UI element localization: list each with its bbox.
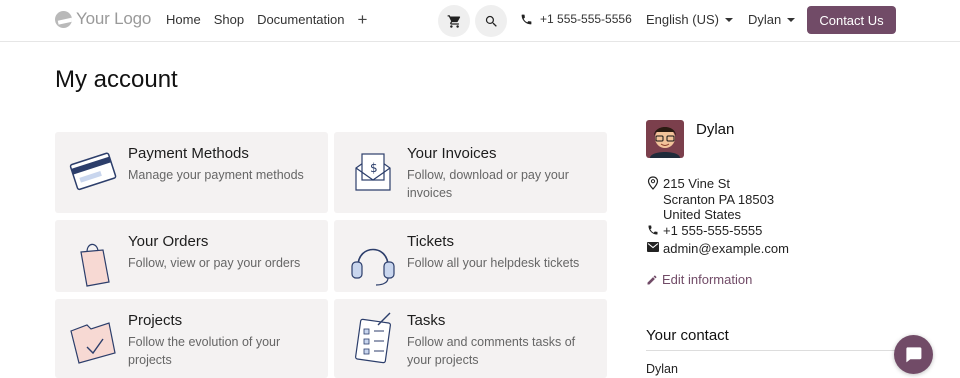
card-title: Projects bbox=[128, 312, 183, 329]
your-contact-heading: Your contact bbox=[646, 327, 729, 344]
card-tickets[interactable]: Tickets Follow all your helpdesk tickets bbox=[334, 220, 607, 292]
avatar-illustration bbox=[646, 120, 684, 158]
profile-email: admin@example.com bbox=[663, 241, 789, 256]
header-phone[interactable]: +1 555-555-5556 bbox=[520, 12, 632, 26]
invoice-envelope-icon: $ bbox=[355, 153, 391, 191]
card-title: Payment Methods bbox=[128, 145, 249, 162]
svg-text:$: $ bbox=[370, 161, 378, 175]
logo[interactable]: Your Logo bbox=[55, 9, 151, 29]
card-tasks[interactable]: Tasks Follow and comments tasks of your … bbox=[334, 299, 607, 378]
card-description: Follow and comments tasks of your projec… bbox=[407, 335, 576, 367]
avatar bbox=[646, 120, 684, 158]
card-your-orders[interactable]: Your Orders Follow, view or pay your ord… bbox=[55, 220, 328, 292]
envelope-icon bbox=[647, 242, 659, 252]
credit-card-icon bbox=[69, 152, 117, 191]
chevron-down-icon bbox=[787, 17, 796, 22]
nav-item-shop[interactable]: Shop bbox=[214, 12, 244, 27]
card-title: Tickets bbox=[407, 233, 454, 250]
pencil-icon bbox=[647, 274, 657, 284]
headset-icon bbox=[351, 248, 395, 286]
profile-phone: +1 555-555-5555 bbox=[663, 223, 763, 238]
card-title: Your Invoices bbox=[407, 145, 497, 162]
card-description: Manage your payment methods bbox=[128, 168, 304, 182]
search-icon bbox=[485, 15, 497, 27]
folder-check-icon bbox=[70, 322, 116, 364]
edit-information-link[interactable]: Edit information bbox=[646, 272, 752, 287]
card-description: Follow the evolution of your projects bbox=[128, 335, 281, 367]
live-chat-button[interactable] bbox=[894, 335, 933, 374]
page-title: My account bbox=[55, 66, 178, 93]
user-menu[interactable]: Dylan bbox=[748, 12, 796, 27]
language-label: English (US) bbox=[646, 12, 719, 27]
card-payment-methods[interactable]: Payment Methods Manage your payment meth… bbox=[55, 132, 328, 213]
address-line-3: United States bbox=[663, 207, 742, 222]
add-menu-button[interactable]: + bbox=[358, 11, 368, 28]
location-pin-icon bbox=[647, 176, 659, 190]
contact-us-button[interactable]: Contact Us bbox=[807, 6, 896, 34]
profile-name: Dylan bbox=[696, 121, 735, 138]
profile-address: 215 Vine St Scranton PA 18503 United Sta… bbox=[663, 176, 774, 223]
card-projects[interactable]: Projects Follow the evolution of your pr… bbox=[55, 299, 328, 378]
phone-icon bbox=[521, 14, 532, 24]
nav-item-home[interactable]: Home bbox=[166, 12, 201, 27]
chevron-down-icon bbox=[724, 17, 733, 22]
address-line-1: 215 Vine St bbox=[663, 176, 730, 191]
contact-name: Dylan bbox=[646, 362, 678, 376]
card-title: Tasks bbox=[407, 312, 446, 329]
cart-icon bbox=[447, 14, 460, 28]
card-description: Follow all your helpdesk tickets bbox=[407, 256, 580, 270]
nav-item-documentation[interactable]: Documentation bbox=[257, 12, 344, 27]
logo-text: Your Logo bbox=[76, 9, 152, 28]
card-description: Follow, view or pay your orders bbox=[128, 256, 301, 270]
shopping-bag-icon bbox=[80, 243, 110, 287]
user-menu-label: Dylan bbox=[748, 12, 782, 27]
edit-information-label: Edit information bbox=[662, 272, 753, 287]
header-phone-text: +1 555-555-5556 bbox=[540, 12, 632, 26]
top-navbar: Your Logo Home Shop Documentation + +1 5… bbox=[0, 0, 960, 42]
divider bbox=[646, 350, 896, 351]
chat-bubble-icon bbox=[906, 347, 922, 363]
card-description: Follow, download or pay your invoices bbox=[407, 168, 569, 200]
main-nav: Home Shop Documentation + bbox=[166, 11, 368, 28]
logo-icon bbox=[55, 10, 72, 28]
language-selector[interactable]: English (US) bbox=[646, 12, 733, 27]
card-your-invoices[interactable]: $ Your Invoices Follow, download or pay … bbox=[334, 132, 607, 213]
clipboard-tasks-icon bbox=[355, 312, 391, 364]
card-title: Your Orders bbox=[128, 233, 209, 250]
phone-icon bbox=[648, 225, 658, 235]
cart-button[interactable] bbox=[438, 5, 470, 37]
search-button[interactable] bbox=[475, 5, 507, 37]
address-line-2: Scranton PA 18503 bbox=[663, 191, 775, 207]
